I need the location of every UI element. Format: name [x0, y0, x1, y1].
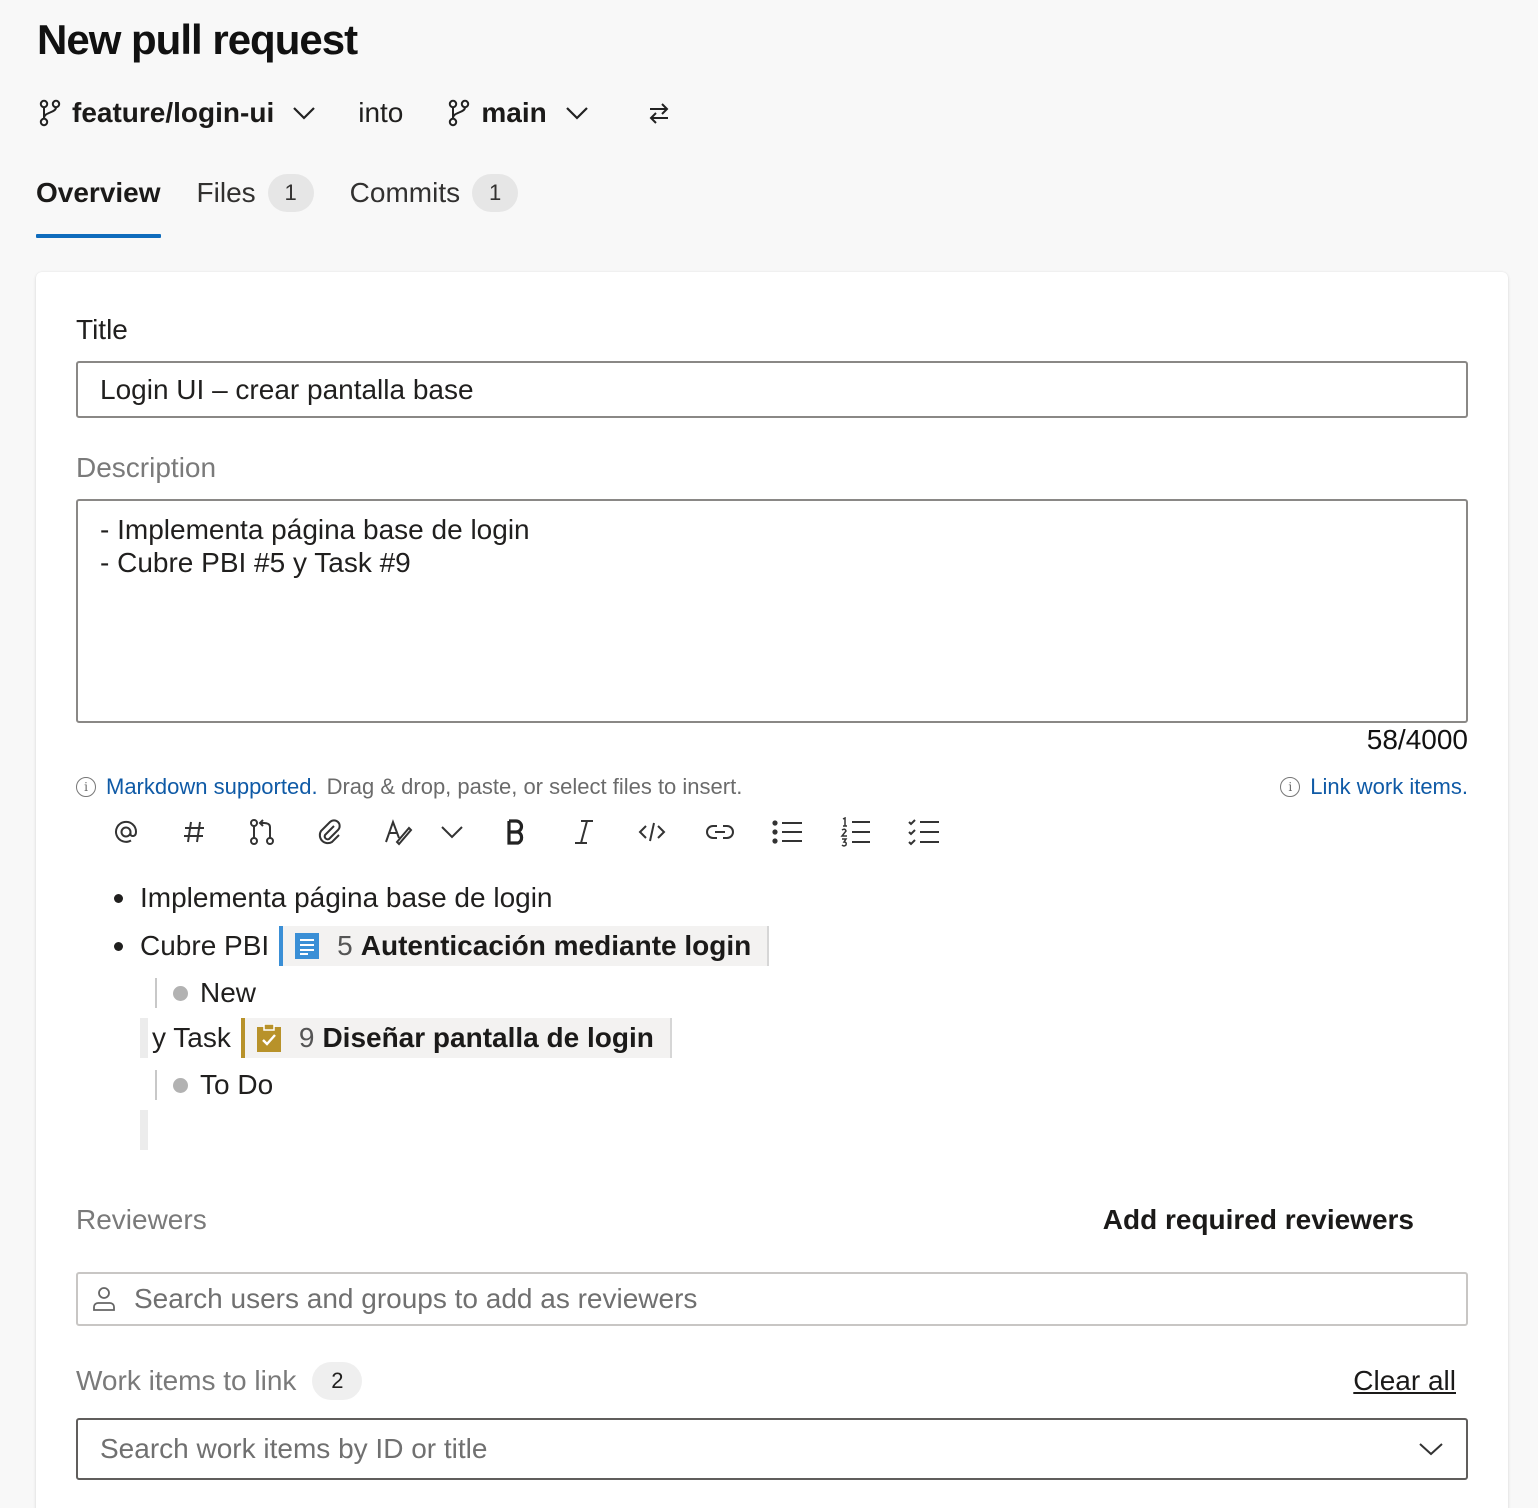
work-items-search — [76, 1418, 1468, 1480]
code-button[interactable] — [618, 812, 686, 852]
work-items-search-input[interactable] — [100, 1433, 1418, 1465]
title-label: Title — [76, 314, 128, 345]
hashtag-button[interactable] — [160, 812, 228, 852]
work-item-title: Diseñar pantalla de login — [322, 1022, 654, 1053]
files-count-badge: 1 — [267, 174, 314, 212]
task-icon — [256, 1024, 281, 1052]
hashtag-icon — [184, 821, 204, 843]
format-button[interactable] — [364, 812, 432, 852]
list-item: Implementa página base de login — [114, 882, 553, 914]
pr-form-card: Title Description - Implementa página ba… — [36, 272, 1508, 1508]
state-indicator — [173, 985, 188, 1001]
pull-request-icon — [250, 819, 274, 845]
reviewers-header: Reviewers Add required reviewers — [76, 1204, 1468, 1236]
page-title: New pull request — [37, 16, 358, 63]
preview-line-2-prefix: Cubre PBI — [140, 930, 270, 961]
mention-icon — [115, 820, 138, 843]
preview-line-1: Implementa página base de login — [140, 882, 553, 913]
bulleted-list-button[interactable] — [754, 812, 822, 852]
work-item-chip-task[interactable]: 9 Diseñar pantalla de login — [240, 1018, 672, 1058]
checklist-button[interactable] — [890, 812, 958, 852]
target-branch-name: main — [481, 97, 547, 128]
tab-files-label: Files — [196, 177, 256, 208]
bold-button[interactable] — [482, 812, 550, 852]
character-count: 58/4000 — [1366, 724, 1468, 755]
attachment-icon — [318, 819, 341, 845]
clear-all-link[interactable]: Clear all — [1353, 1365, 1456, 1397]
bullet — [114, 941, 123, 951]
branch-icon — [39, 99, 61, 127]
editor-hint-row: i Markdown supported. Drag & drop, paste… — [76, 772, 1468, 802]
numbered-list-icon — [840, 817, 870, 847]
work-item-state: New — [155, 977, 257, 1008]
reviewers-search-input[interactable] — [134, 1283, 1466, 1315]
chevron-down-icon — [565, 107, 588, 120]
list-item: Cubre PBI 5 Autenticación mediante login — [114, 926, 770, 966]
bulleted-list-icon — [772, 820, 802, 844]
formatting-toolbar — [92, 812, 958, 852]
source-branch-dropdown[interactable]: feature/login-ui — [38, 97, 316, 129]
bold-icon — [507, 819, 524, 845]
title-input[interactable] — [76, 361, 1468, 418]
indent-bar — [140, 1018, 148, 1058]
chevron-down-icon — [441, 826, 463, 839]
attach-button[interactable] — [296, 812, 364, 852]
bullet — [114, 893, 123, 903]
format-dropdown-button[interactable] — [432, 812, 472, 852]
info-icon: i — [1280, 777, 1301, 797]
text-cursor-line[interactable] — [140, 1110, 148, 1150]
drag-drop-hint: Drag & drop, paste, or select files to i… — [326, 774, 743, 799]
chevron-down-icon — [293, 107, 316, 120]
add-required-reviewers-button[interactable]: Add required reviewers — [1103, 1204, 1414, 1236]
work-item-state-label: To Do — [200, 1069, 274, 1100]
work-item-state: To Do — [155, 1069, 274, 1100]
link-button[interactable] — [686, 812, 754, 852]
target-branch-dropdown[interactable]: main — [447, 97, 588, 129]
work-item-title: Autenticación mediante login — [360, 930, 752, 961]
person-icon — [93, 1287, 115, 1311]
link-icon — [706, 825, 734, 839]
work-item-chip-pbi[interactable]: 5 Autenticación mediante login — [279, 926, 770, 966]
tab-commits[interactable]: Commits 1 — [349, 168, 519, 218]
mention-button[interactable] — [92, 812, 160, 852]
swap-icon — [649, 103, 669, 124]
chevron-down-icon[interactable] — [1418, 1441, 1444, 1457]
description-textarea[interactable]: - Implementa página base de login - Cubr… — [76, 499, 1468, 723]
italic-icon — [575, 820, 593, 844]
list-item-continuation: y Task 9 Diseñar pantalla de login — [140, 1018, 672, 1058]
tab-commits-label: Commits — [349, 177, 461, 208]
tab-overview-label: Overview — [36, 177, 161, 208]
reviewers-label: Reviewers — [76, 1204, 207, 1235]
work-items-label: Work items to link — [76, 1365, 297, 1396]
markdown-supported-link[interactable]: Markdown supported. — [106, 774, 318, 800]
work-items-count-badge: 2 — [312, 1362, 363, 1400]
description-label: Description — [76, 452, 217, 483]
format-icon — [385, 819, 413, 846]
reviewers-search — [76, 1272, 1468, 1326]
tab-files[interactable]: Files 1 — [197, 168, 314, 218]
work-item-state-label: New — [200, 977, 257, 1008]
work-items-header: Work items to link 2 Clear all — [76, 1362, 1468, 1400]
code-icon — [638, 822, 666, 842]
preview-line-3-prefix: y Task — [152, 1022, 231, 1053]
backlog-item-icon — [295, 933, 320, 959]
branch-icon — [449, 99, 470, 127]
checklist-icon — [908, 819, 939, 846]
info-icon: i — [76, 777, 96, 797]
branch-selector-row: feature/login-ui into main — [38, 88, 671, 138]
commits-count-badge: 1 — [472, 174, 519, 212]
work-item-id: 9 — [298, 1022, 315, 1053]
link-work-items-link[interactable]: Link work items. — [1310, 774, 1468, 800]
tab-overview[interactable]: Overview — [36, 168, 161, 238]
source-branch-name: feature/login-ui — [72, 97, 275, 128]
swap-branches-button[interactable] — [647, 101, 671, 125]
work-item-id: 5 — [337, 930, 353, 961]
state-indicator — [173, 1077, 188, 1093]
tab-bar: Overview Files 1 Commits 1 — [36, 168, 554, 240]
italic-button[interactable] — [550, 812, 618, 852]
into-label: into — [358, 97, 404, 128]
numbered-list-button[interactable] — [822, 812, 890, 852]
pull-request-button[interactable] — [228, 812, 296, 852]
